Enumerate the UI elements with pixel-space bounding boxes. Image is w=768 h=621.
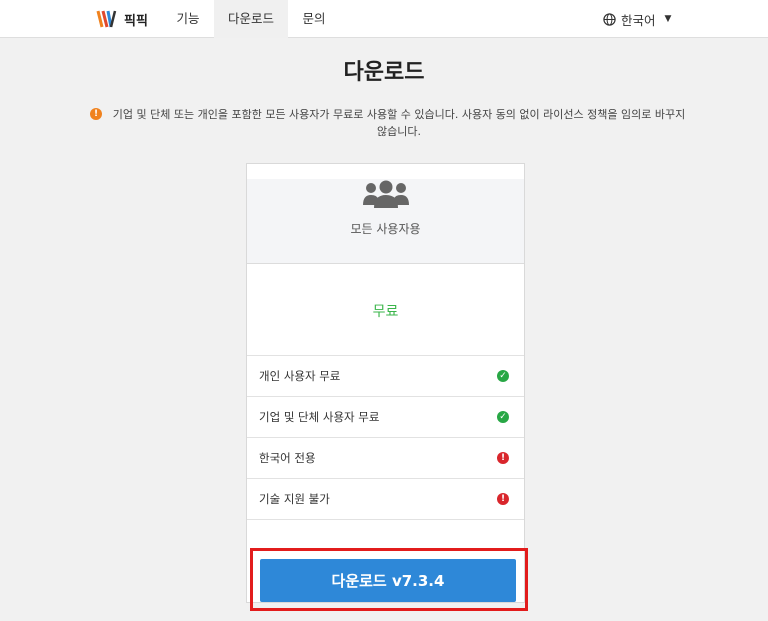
feature-row: 기술 지원 불가 ! <box>247 479 524 520</box>
check-icon: ✓ <box>497 411 509 423</box>
language-selector[interactable]: 한국어 ▼ <box>603 0 671 38</box>
nav-item-download[interactable]: 다운로드 <box>214 0 288 38</box>
check-icon: ✓ <box>497 370 509 382</box>
plan-label: 모든 사용자용 <box>350 222 421 236</box>
plan-header: 모든 사용자용 <box>247 179 524 264</box>
plan-price: 무료 <box>372 304 399 320</box>
brand-logo[interactable]: 픽픽 <box>96 8 148 30</box>
nav-item-contact[interactable]: 문의 <box>288 0 340 38</box>
exclamation-icon: ! <box>497 493 509 505</box>
exclamation-icon: ! <box>90 108 102 120</box>
feature-row: 개인 사용자 무료 ✓ <box>247 356 524 397</box>
page-title: 다운로드 <box>343 60 425 85</box>
brand-name: 픽픽 <box>124 13 148 29</box>
feature-text: 기술 지원 불가 <box>259 492 330 506</box>
price-section: 무료 <box>247 264 524 356</box>
feature-row: 기업 및 단체 사용자 무료 ✓ <box>247 397 524 438</box>
exclamation-icon: ! <box>497 452 509 464</box>
feature-text: 개인 사용자 무료 <box>259 369 341 383</box>
notice-text: 기업 및 단체 또는 개인을 포함한 모든 사용자가 무료로 사용할 수 있습니… <box>112 108 686 138</box>
logo-icon <box>96 10 117 28</box>
globe-icon <box>603 12 616 26</box>
download-highlight: 다운로드 v7.3.4 <box>250 548 528 611</box>
nav-item-features[interactable]: 기능 <box>162 0 214 38</box>
feature-text: 기업 및 단체 사용자 무료 <box>259 410 380 424</box>
top-nav: 픽픽 기능 다운로드 문의 한국어 ▼ <box>0 0 768 38</box>
plan-card: 모든 사용자용 무료 개인 사용자 무료 ✓ 기업 및 단체 사용자 무료 ✓ … <box>246 163 525 603</box>
users-icon <box>362 180 409 208</box>
feature-row: 한국어 전용 ! <box>247 438 524 479</box>
feature-text: 한국어 전용 <box>259 451 316 465</box>
license-notice: ! 기업 및 단체 또는 개인을 포함한 모든 사용자가 무료로 사용할 수 있… <box>90 106 690 140</box>
download-button[interactable]: 다운로드 v7.3.4 <box>260 559 516 602</box>
language-label: 한국어 <box>621 12 656 28</box>
caret-down-icon: ▼ <box>664 14 672 24</box>
